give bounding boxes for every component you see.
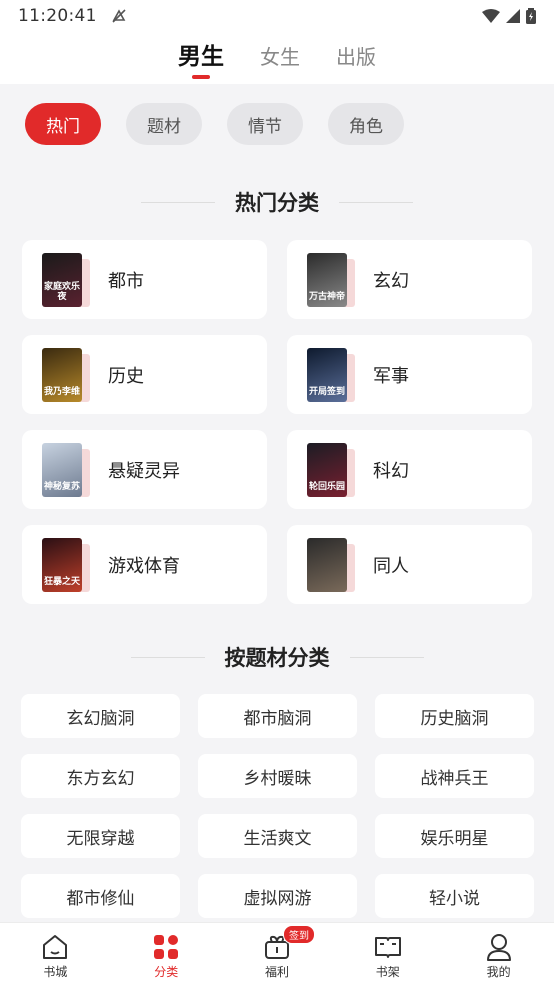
cover-title: 神秘复苏	[44, 481, 81, 492]
nav-label: 分类	[154, 965, 179, 979]
nav-label: 福利	[264, 965, 289, 979]
divider	[339, 201, 413, 203]
hot-section-title: 热门分类	[235, 191, 319, 215]
book-cover-stack: 我乃李维	[42, 347, 90, 402]
theme-tag[interactable]: 都市修仙	[21, 874, 180, 918]
category-label: 历史	[108, 365, 144, 387]
theme-tag[interactable]: 都市脑洞	[198, 694, 357, 738]
theme-tag[interactable]: 战神兵王	[375, 754, 534, 798]
tab-publish[interactable]: 出版	[336, 44, 376, 70]
nav-welfare[interactable]: 签到 福利	[222, 923, 333, 984]
theme-tag[interactable]: 历史脑洞	[375, 694, 534, 738]
theme-tag[interactable]: 玄幻脑洞	[21, 694, 180, 738]
bookshelf-icon	[374, 933, 402, 961]
category-label: 玄幻	[373, 270, 409, 292]
category-label: 科幻	[373, 460, 409, 482]
book-cover-stack: 轮回乐园	[307, 442, 355, 497]
divider	[349, 656, 424, 658]
notification-icon	[112, 9, 126, 23]
theme-tag[interactable]: 无限穿越	[21, 814, 180, 858]
book-cover-stack	[307, 537, 355, 592]
nav-label: 书架	[375, 965, 400, 979]
book-cover: 我乃李维	[42, 347, 82, 402]
theme-tag-grid: 玄幻脑洞 都市脑洞 历史脑洞东方玄幻 乡村暖昧 战神兵王无限穿越 生活爽文 娱乐明星都市修仙…	[21, 694, 534, 918]
category-card[interactable]: 我乃李维 历史	[22, 335, 267, 414]
theme-tag[interactable]: 东方玄幻	[21, 754, 180, 798]
theme-section-header: 按题材分类	[0, 642, 554, 672]
divider	[141, 201, 215, 203]
bottom-nav: 书城 分类 签到 福利 书架 我的	[0, 922, 554, 984]
theme-tag[interactable]: 乡村暖昧	[198, 754, 357, 798]
wifi-icon	[482, 9, 500, 23]
book-cover: 神秘复苏	[42, 442, 82, 497]
book-cover-stack: 家庭欢乐夜	[42, 252, 90, 307]
book-cover: 狂暴之天	[42, 537, 82, 592]
book-cover-stack: 狂暴之天	[42, 537, 90, 592]
theme-section-title: 按题材分类	[224, 646, 330, 670]
home-icon	[41, 933, 69, 961]
cover-title: 万古神帝	[309, 291, 346, 302]
hot-category-grid: 家庭欢乐夜 都市 万古神帝 玄幻 我乃李维 历史 开局签到 军事 神秘复苏 悬疑灵异 轮回乐园 科幻狂…	[22, 240, 532, 604]
tab-male[interactable]: 男生	[178, 44, 224, 70]
book-cover: 家庭欢乐夜	[42, 252, 82, 307]
nav-bookshelf[interactable]: 书架	[332, 923, 443, 984]
category-card[interactable]: 神秘复苏 悬疑灵异	[22, 430, 267, 509]
divider	[130, 656, 205, 658]
status-bar: 11:20:41	[0, 0, 554, 32]
filter-chips: 热门 题材 情节 角色	[25, 103, 404, 145]
book-cover	[307, 537, 347, 592]
hot-section-header: 热门分类	[0, 187, 554, 217]
cover-title: 我乃李维	[44, 386, 81, 397]
profile-icon	[485, 933, 513, 961]
category-label: 游戏体育	[108, 555, 180, 577]
theme-tag[interactable]: 虚拟网游	[198, 874, 357, 918]
category-label: 都市	[108, 270, 144, 292]
category-label: 悬疑灵异	[108, 460, 180, 482]
nav-profile[interactable]: 我的	[443, 923, 554, 984]
nav-label: 我的	[486, 965, 511, 979]
cover-title: 开局签到	[309, 386, 346, 397]
category-label: 军事	[373, 365, 409, 387]
category-card[interactable]: 同人	[287, 525, 532, 604]
cover-title: 家庭欢乐夜	[44, 281, 81, 302]
sign-in-badge: 签到	[282, 925, 315, 944]
status-indicators	[482, 8, 536, 24]
book-cover-stack: 神秘复苏	[42, 442, 90, 497]
theme-tag[interactable]: 娱乐明星	[375, 814, 534, 858]
category-card[interactable]: 万古神帝 玄幻	[287, 240, 532, 319]
battery-icon	[526, 8, 536, 24]
nav-label: 书城	[43, 965, 68, 979]
chip-plot[interactable]: 情节	[227, 103, 303, 145]
chip-theme[interactable]: 题材	[126, 103, 202, 145]
chip-hot[interactable]: 热门	[25, 103, 101, 145]
cover-title: 轮回乐园	[309, 481, 346, 492]
theme-tag[interactable]: 生活爽文	[198, 814, 357, 858]
category-card[interactable]: 轮回乐园 科幻	[287, 430, 532, 509]
book-cover: 轮回乐园	[307, 442, 347, 497]
book-cover: 万古神帝	[307, 252, 347, 307]
book-cover: 开局签到	[307, 347, 347, 402]
tab-female[interactable]: 女生	[260, 44, 300, 70]
nav-category[interactable]: 分类	[111, 923, 222, 984]
gender-tabs: 男生 女生 出版	[0, 32, 554, 84]
book-cover-stack: 万古神帝	[307, 252, 355, 307]
book-cover-stack: 开局签到	[307, 347, 355, 402]
status-time: 11:20:41	[18, 6, 97, 26]
category-label: 同人	[373, 555, 409, 577]
theme-tag[interactable]: 轻小说	[375, 874, 534, 918]
category-card[interactable]: 开局签到 军事	[287, 335, 532, 414]
nav-bookstore[interactable]: 书城	[0, 923, 111, 984]
chip-role[interactable]: 角色	[328, 103, 404, 145]
category-icon	[152, 933, 180, 961]
signal-icon	[506, 9, 520, 23]
category-card[interactable]: 家庭欢乐夜 都市	[22, 240, 267, 319]
cover-title: 狂暴之天	[44, 576, 81, 587]
category-card[interactable]: 狂暴之天 游戏体育	[22, 525, 267, 604]
